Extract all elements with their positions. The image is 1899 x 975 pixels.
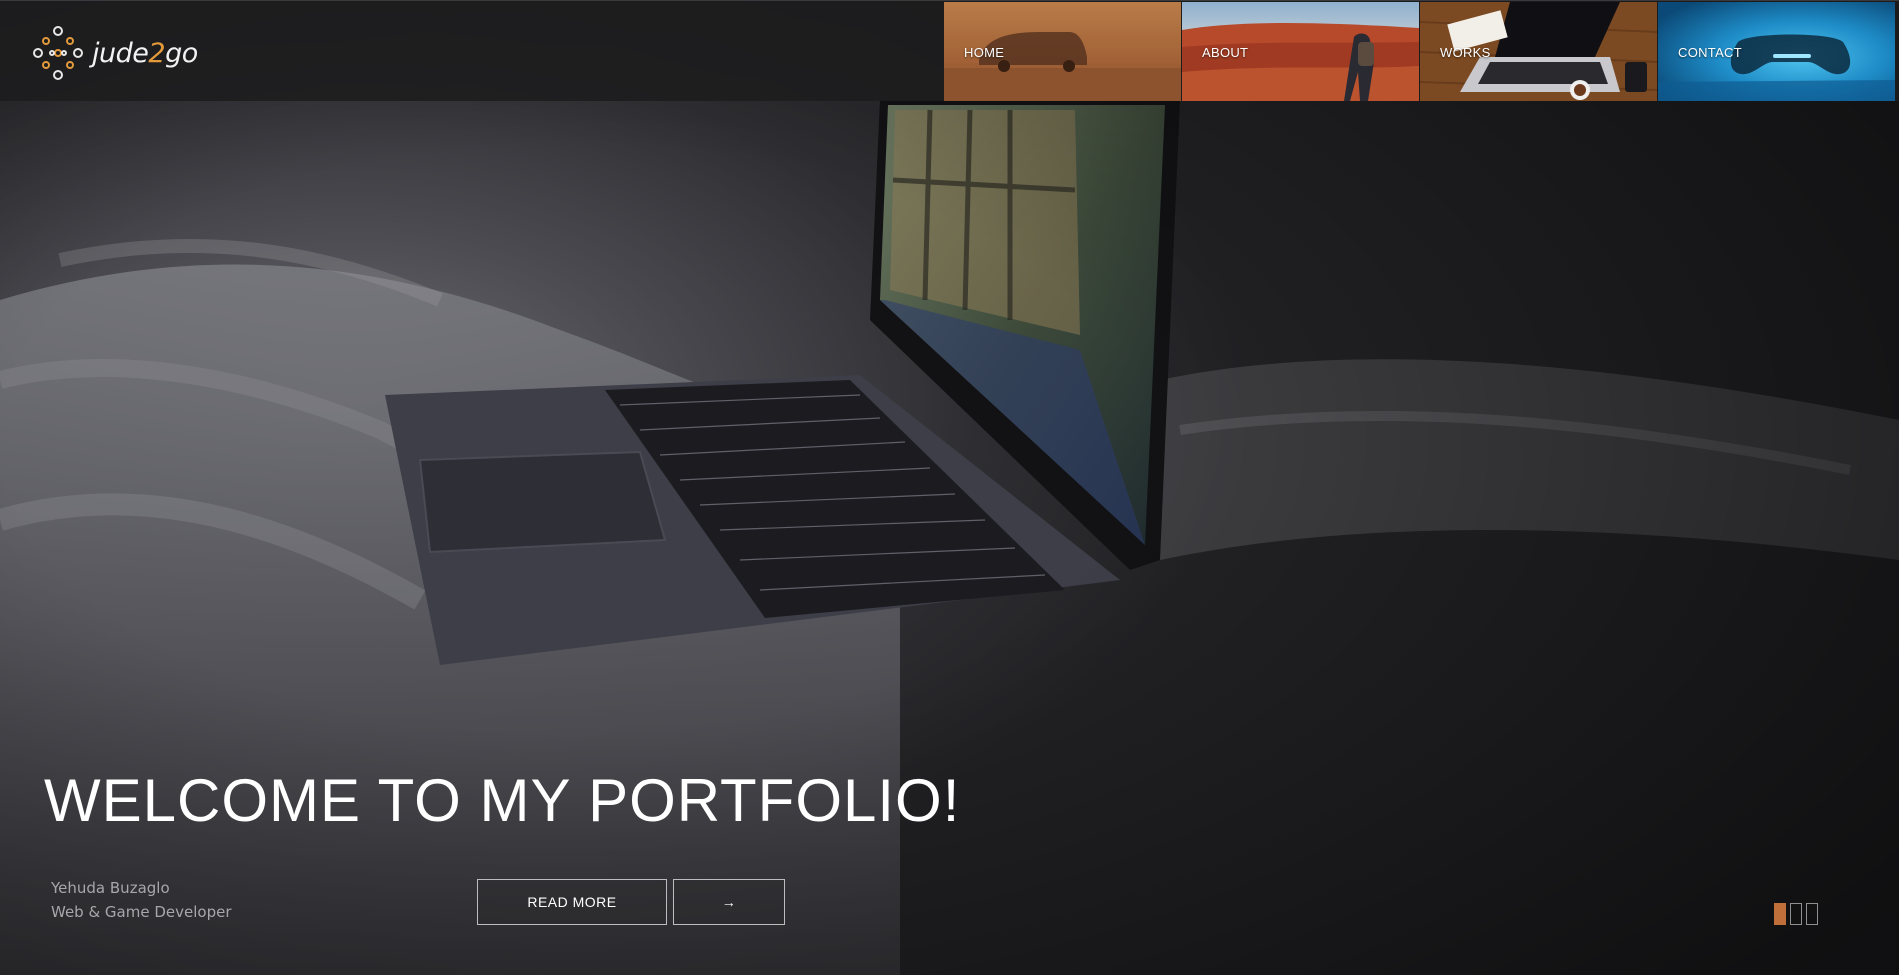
- arrow-right-icon: →: [721, 894, 737, 910]
- site-header: jude2go HOME ABOUT WORKS CONTACT: [0, 0, 1899, 101]
- nav-label-about: ABOUT: [1202, 45, 1249, 60]
- logo-dots-icon: [33, 26, 83, 80]
- page: jude2go HOME ABOUT WORKS CONTACT WELCOME…: [0, 0, 1899, 975]
- nav-item-about[interactable]: ABOUT: [1182, 2, 1419, 101]
- nav-label-works: WORKS: [1440, 45, 1491, 60]
- next-arrow-button[interactable]: →: [673, 879, 785, 925]
- nav-item-home[interactable]: HOME: [944, 2, 1181, 101]
- slider-dot-3[interactable]: [1806, 903, 1818, 925]
- author-info: Yehuda Buzaglo Web & Game Developer: [51, 876, 232, 924]
- author-name: Yehuda Buzaglo: [51, 879, 170, 897]
- nav-label-contact: CONTACT: [1678, 45, 1742, 60]
- author-role: Web & Game Developer: [51, 903, 232, 921]
- slider-dot-2[interactable]: [1790, 903, 1802, 925]
- slider-dot-1[interactable]: [1774, 903, 1786, 925]
- main-nav: HOME ABOUT WORKS CONTACT: [944, 2, 1896, 101]
- nav-item-contact[interactable]: CONTACT: [1658, 2, 1895, 101]
- logo-text: jude2go: [92, 37, 198, 69]
- nav-label-home: HOME: [964, 45, 1005, 60]
- slider-pagination: [1774, 903, 1822, 925]
- hero-title: WELCOME TO MY PORTFOLIO!: [44, 767, 961, 834]
- read-more-button[interactable]: READ MORE: [477, 879, 667, 925]
- logo[interactable]: jude2go: [32, 25, 198, 81]
- nav-item-works[interactable]: WORKS: [1420, 2, 1657, 101]
